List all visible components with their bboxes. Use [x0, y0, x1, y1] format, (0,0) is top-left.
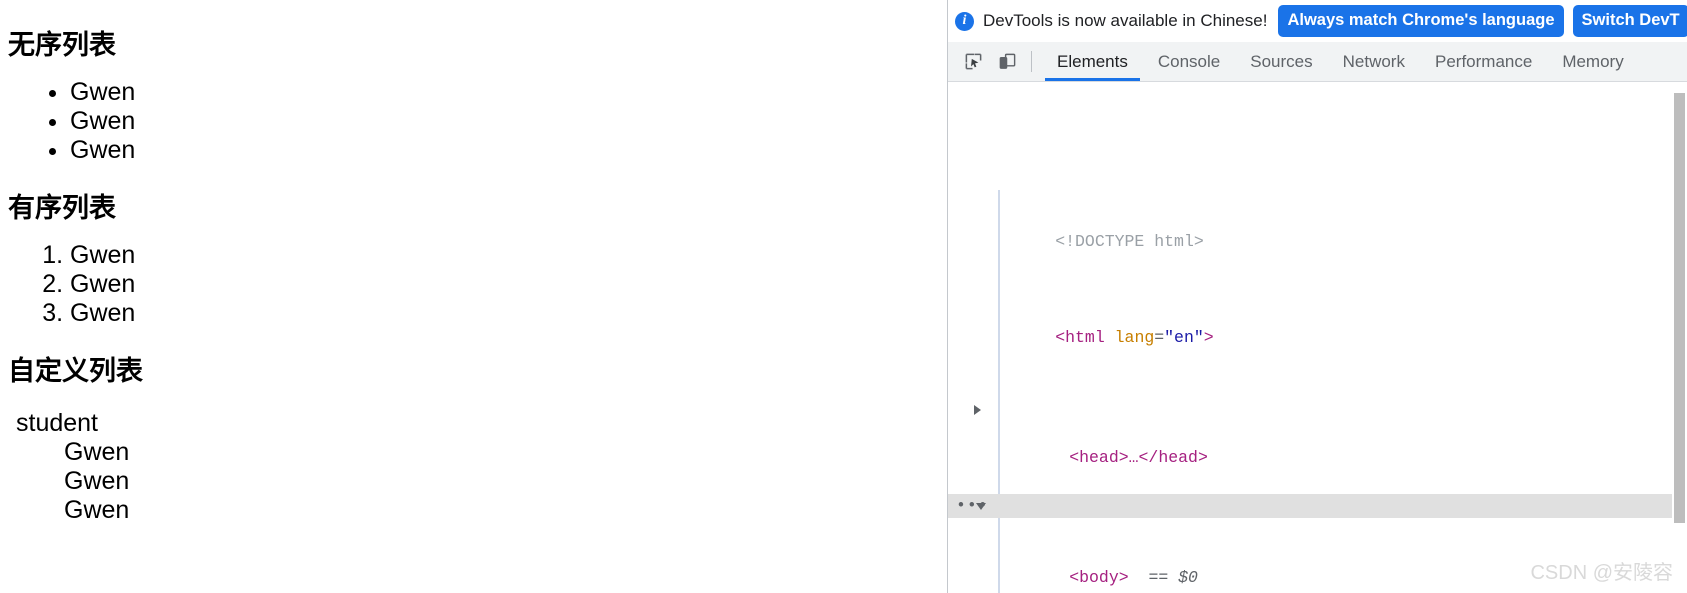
tab-sources[interactable]: Sources [1235, 42, 1327, 81]
doctype-text: <!DOCTYPE html> [1055, 232, 1204, 251]
list-item: Gwen [70, 107, 872, 136]
list-item: Gwen [70, 136, 872, 165]
tab-performance[interactable]: Performance [1420, 42, 1547, 81]
banner-message: DevTools is now available in Chinese! [983, 11, 1268, 30]
devtools-body: i DevTools is now available in Chinese! … [948, 0, 1687, 593]
devtools-language-banner: i DevTools is now available in Chinese! … [948, 0, 1687, 42]
body-selected-marker: == $0 [1148, 568, 1198, 587]
devtools-panel: i DevTools is now available in Chinese! … [880, 0, 1687, 593]
tab-label: Performance [1434, 51, 1533, 71]
tab-elements[interactable]: Elements [1042, 42, 1143, 81]
definition-description: Gwen [64, 495, 130, 524]
dom-tree-scrollbar-track[interactable] [1672, 83, 1687, 593]
heading-definition-list: 自定义列表 [8, 356, 143, 387]
tree-row-doctype[interactable]: <!DOCTYPE html> [948, 206, 1687, 251]
tab-label: Memory [1562, 51, 1624, 71]
equals-sign: = [1154, 328, 1165, 347]
rendered-page-pane: 无序列表 Gwen Gwen Gwen 有序列表 Gwen Gwen Gwen … [0, 0, 880, 593]
tab-network[interactable]: Network [1328, 42, 1420, 81]
tab-label: Elements [1057, 51, 1128, 71]
chevron-right-icon[interactable] [974, 405, 981, 415]
head-node-text: <head>…</head> [1069, 448, 1208, 467]
page-content: 无序列表 Gwen Gwen Gwen 有序列表 Gwen Gwen Gwen … [0, 0, 880, 525]
heading-unordered-list: 无序列表 [8, 30, 116, 60]
definition-description: Gwen [64, 466, 130, 495]
device-toolbar-toggle-icon[interactable] [990, 42, 1024, 81]
tab-label: Sources [1250, 51, 1313, 71]
html-lang-attr-name: lang [1114, 328, 1155, 347]
list-item: Gwen [70, 270, 872, 299]
toolbar-separator [1031, 51, 1032, 72]
definition-description: Gwen [64, 437, 130, 466]
list-item: Gwen [70, 78, 872, 107]
always-match-chrome-language-button[interactable]: Always match Chrome's language [1278, 4, 1564, 38]
devtools-tab-strip: Elements Console Sources Network Perform… [948, 42, 1687, 82]
tree-row-head[interactable]: <head>…</head> [948, 398, 1687, 467]
tab-console[interactable]: Console [1143, 42, 1235, 81]
definition-list: student Gwen Gwen Gwen [8, 409, 872, 525]
html-lang-attr-value: "en" [1164, 328, 1204, 347]
html-tag-close-bracket: > [1203, 328, 1214, 347]
ordered-list: Gwen Gwen Gwen [8, 241, 872, 328]
unordered-list: Gwen Gwen Gwen [8, 78, 872, 165]
switch-devtools-language-button[interactable]: Switch DevT [1572, 4, 1687, 38]
tab-label: Console [1157, 51, 1221, 71]
tree-row-body[interactable]: ••• <body> == $0 [948, 494, 1687, 587]
dom-tree[interactable]: <!DOCTYPE html> <html lang="en"> <head>…… [948, 83, 1687, 593]
tab-label: Network [1342, 51, 1405, 71]
list-item: Gwen [70, 241, 872, 270]
dom-tree-scrollbar-thumb[interactable] [1674, 93, 1685, 523]
heading-ordered-list: 有序列表 [8, 193, 116, 224]
chevron-down-icon[interactable] [976, 503, 986, 510]
inspect-element-icon[interactable] [956, 42, 990, 81]
html-open-tag: <html [1055, 328, 1105, 347]
info-icon: i [955, 11, 974, 31]
list-item: Gwen [70, 299, 872, 328]
body-node-text: <body> [1069, 568, 1129, 587]
definition-term: student [16, 408, 99, 437]
devtools-left-gap [880, 0, 947, 593]
tree-row-html[interactable]: <html lang="en"> [948, 302, 1687, 347]
tab-memory[interactable]: Memory [1547, 42, 1638, 81]
